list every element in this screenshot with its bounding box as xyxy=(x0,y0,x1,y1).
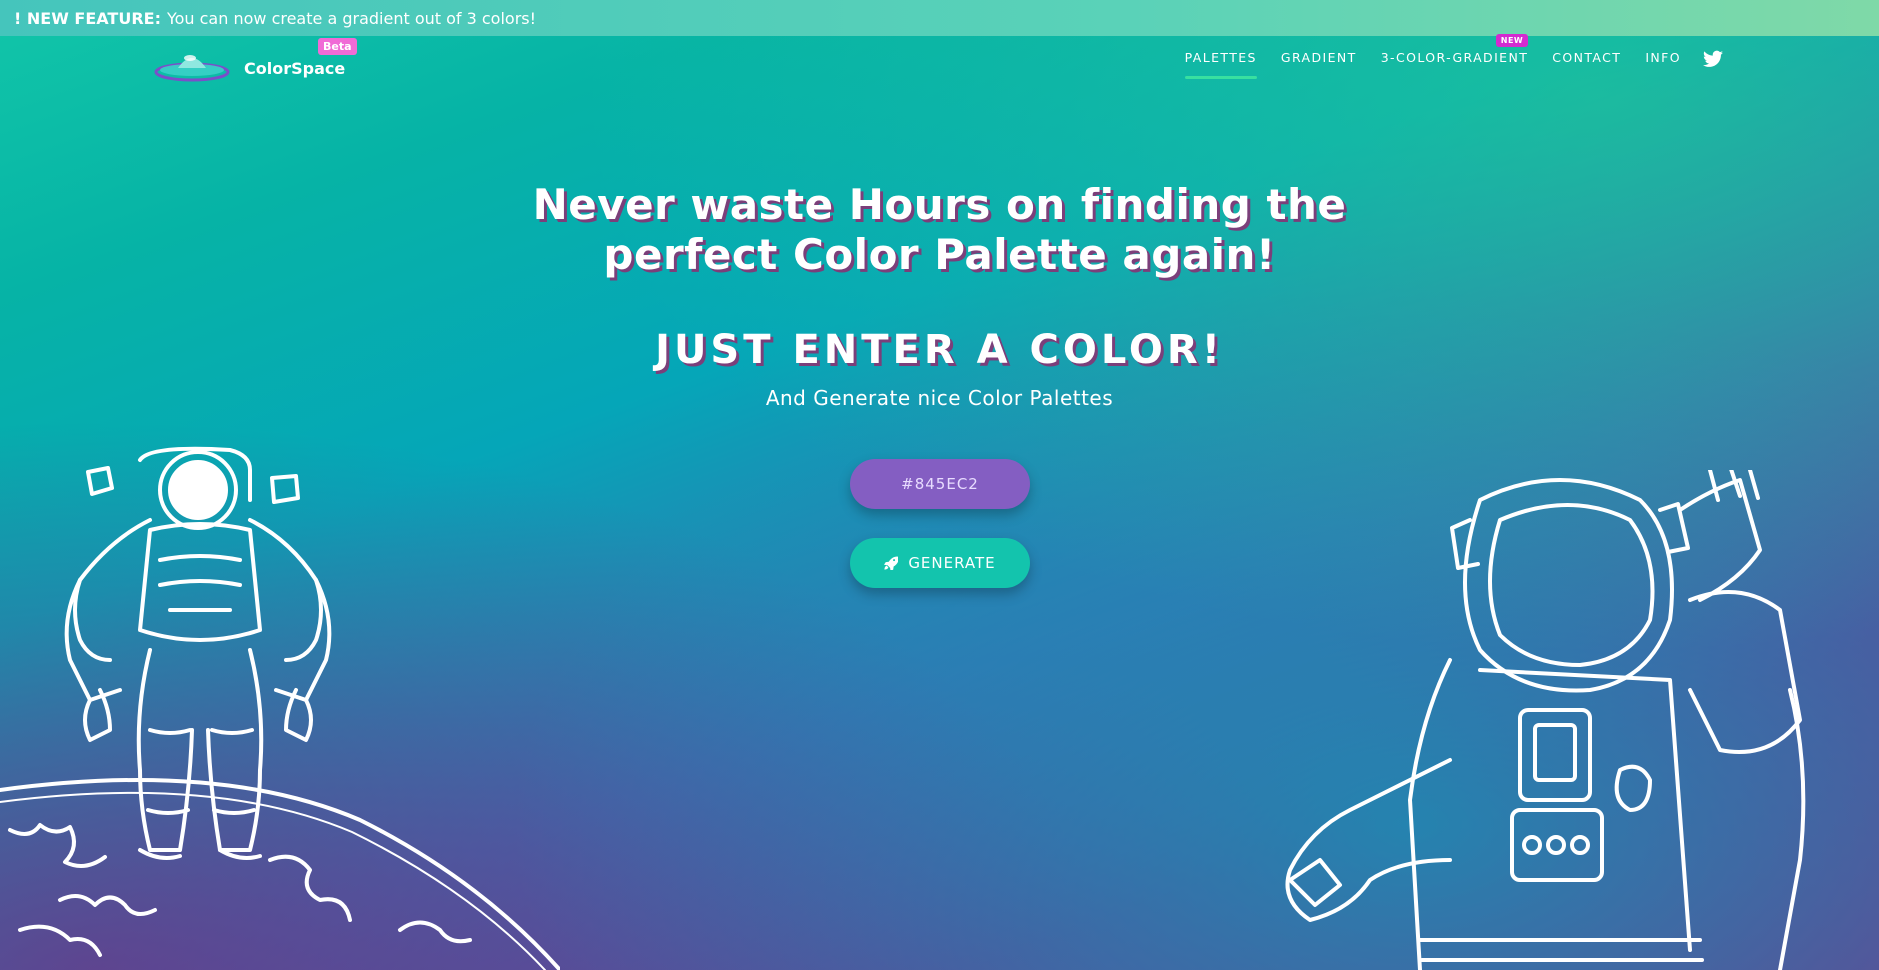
hero-subhead: JUST ENTER A COLOR! xyxy=(655,327,1224,373)
ufo-logo-icon xyxy=(154,55,230,82)
hero-headline: Never waste Hours on finding the perfect… xyxy=(0,180,1879,280)
banner-prefix: ! NEW FEATURE: xyxy=(14,8,161,28)
generate-label: GENERATE xyxy=(908,554,996,572)
rocket-icon xyxy=(884,556,899,570)
banner-message: You can now create a gradient out of 3 c… xyxy=(166,8,537,28)
astronaut-right-illustration xyxy=(1285,470,1806,970)
new-badge: NEW xyxy=(1495,34,1529,47)
generate-button[interactable]: GENERATE xyxy=(850,538,1030,588)
nav-item-info[interactable]: INFO xyxy=(1645,50,1681,79)
astronaut-left-illustration xyxy=(0,446,560,970)
nav-item-3-color-gradient[interactable]: 3-COLOR-GRADIENT NEW xyxy=(1380,34,1529,79)
nav-item-contact[interactable]: CONTACT xyxy=(1552,50,1621,79)
headline-line-1: Never waste Hours on finding the xyxy=(532,180,1347,229)
twitter-icon[interactable] xyxy=(1703,50,1723,68)
beta-badge: Beta xyxy=(318,38,357,55)
feature-banner: ! NEW FEATURE: You can now create a grad… xyxy=(0,0,1879,36)
nav-item-label: 3-COLOR-GRADIENT xyxy=(1380,50,1529,65)
nav-item-palettes[interactable]: PALETTES xyxy=(1184,50,1258,79)
hero-tagline: And Generate nice Color Palettes xyxy=(765,386,1114,410)
nav-item-gradient[interactable]: GRADIENT xyxy=(1281,50,1357,79)
navbar: ColorSpace Beta PALETTES GRADIENT 3-COLO… xyxy=(0,34,1879,90)
brand-name: ColorSpace xyxy=(244,58,346,78)
color-input[interactable] xyxy=(850,459,1030,509)
headline-line-2: perfect Color Palette again! xyxy=(603,230,1276,279)
logo-link[interactable]: ColorSpace xyxy=(154,46,345,86)
nav-menu: PALETTES GRADIENT 3-COLOR-GRADIENT NEW C… xyxy=(1161,34,1723,79)
